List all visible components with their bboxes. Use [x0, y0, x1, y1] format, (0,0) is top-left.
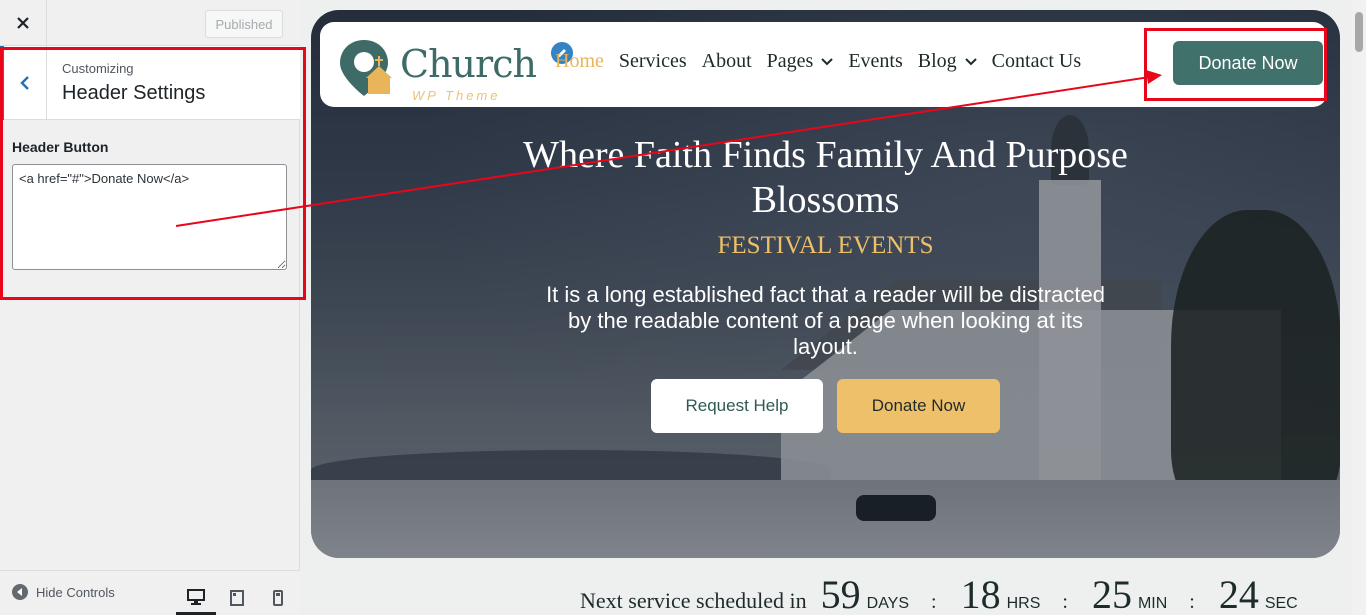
hero-section: Church WP Theme Home Services About Page…: [311, 10, 1340, 558]
hero-title: Where Faith Finds Family And Purpose Blo…: [523, 134, 1128, 221]
location-pin-church-icon: [340, 40, 392, 96]
preview-tablet-button[interactable]: [217, 581, 257, 615]
chevron-down-icon: [964, 57, 977, 65]
preview-scrollbar[interactable]: [1352, 0, 1366, 615]
header-button-textarea[interactable]: <a href="#">Donate Now</a>: [12, 164, 287, 270]
desktop-icon: [187, 588, 205, 605]
tablet-icon: [230, 590, 244, 606]
service-countdown: Next service scheduled in 59 DAYS : 18 H…: [580, 575, 1320, 615]
customizer-footer: Hide Controls: [0, 570, 300, 615]
hero-description: It is a long established fact that a rea…: [546, 282, 1105, 359]
countdown-minutes-unit: MIN: [1137, 595, 1168, 612]
nav-item-services[interactable]: Services: [619, 50, 687, 73]
request-help-button[interactable]: Request Help: [651, 379, 823, 433]
close-icon: [17, 17, 29, 29]
countdown-separator: :: [931, 591, 937, 613]
section-header: Customizing Header Settings: [0, 46, 300, 120]
main-navigation: Home Services About Pages Events Blog Co…: [555, 50, 1096, 73]
countdown-hours: 18: [960, 572, 1001, 615]
nav-item-home[interactable]: Home: [555, 50, 604, 73]
close-customizer-button[interactable]: [0, 0, 47, 46]
collapse-arrow-icon: [12, 584, 28, 600]
back-button[interactable]: [0, 46, 47, 120]
nav-item-pages[interactable]: Pages: [767, 50, 834, 73]
hero-subtitle: FESTIVAL EVENTS: [717, 232, 934, 259]
chevron-down-icon: [821, 57, 834, 65]
hide-controls-label: Hide Controls: [36, 584, 115, 600]
scrollbar-thumb[interactable]: [1355, 12, 1363, 52]
nav-item-contact[interactable]: Contact Us: [992, 50, 1081, 73]
customizer-header: Published: [0, 0, 300, 46]
preview-mobile-button[interactable]: [258, 581, 298, 615]
header-donate-button[interactable]: Donate Now: [1173, 41, 1323, 85]
countdown-separator: :: [1062, 591, 1068, 613]
site-header: Church WP Theme Home Services About Page…: [320, 22, 1327, 107]
nav-item-blog[interactable]: Blog: [918, 50, 977, 73]
header-button-label: Header Button: [12, 139, 109, 155]
countdown-minutes: 25: [1091, 572, 1132, 615]
nav-item-about[interactable]: About: [702, 50, 752, 73]
logo-tagline: WP Theme: [412, 88, 501, 103]
preview-desktop-button[interactable]: [176, 581, 216, 615]
logo-name: Church: [400, 42, 537, 86]
section-title: Header Settings: [62, 82, 206, 104]
countdown-hours-unit: HRS: [1006, 595, 1041, 612]
publish-button[interactable]: Published: [205, 10, 283, 38]
countdown-seconds-unit: SEC: [1264, 595, 1298, 612]
hide-controls-button[interactable]: Hide Controls: [12, 584, 115, 600]
customizing-label: Customizing: [62, 61, 134, 76]
site-preview: Church WP Theme Home Services About Page…: [300, 0, 1352, 615]
countdown-seconds: 24: [1218, 572, 1259, 615]
nav-item-events[interactable]: Events: [848, 50, 902, 73]
chevron-left-icon: [20, 76, 29, 90]
countdown-label: Next service scheduled in: [580, 588, 807, 613]
site-logo[interactable]: Church WP Theme: [338, 38, 575, 103]
countdown-days-unit: DAYS: [866, 595, 910, 612]
hero-donate-button[interactable]: Donate Now: [837, 379, 1000, 433]
countdown-separator: :: [1189, 591, 1195, 613]
mobile-icon: [273, 590, 283, 606]
customizer-sidebar: Published Customizing Header Settings He…: [0, 0, 300, 615]
countdown-days: 59: [820, 572, 861, 615]
